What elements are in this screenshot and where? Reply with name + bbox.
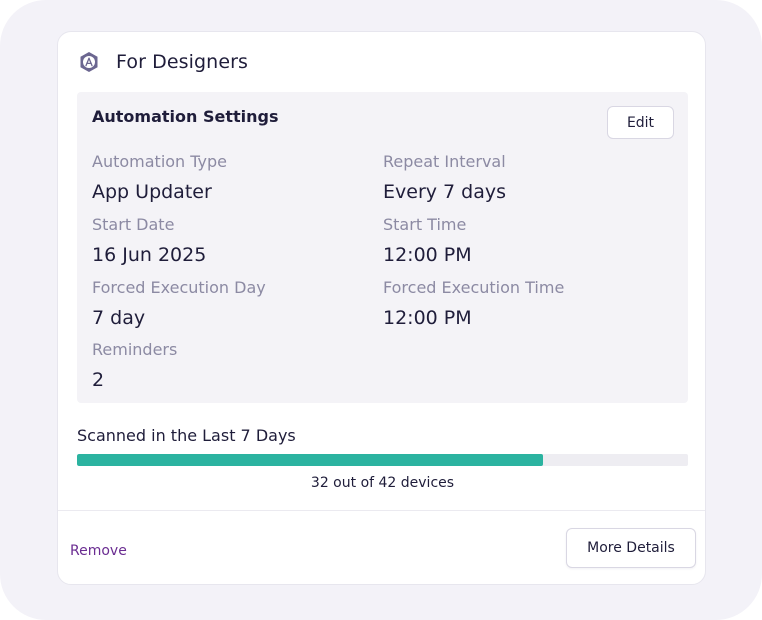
scan-progress-bar bbox=[77, 454, 688, 466]
field-label: Forced Execution Day bbox=[92, 278, 266, 297]
field-label: Forced Execution Time bbox=[383, 278, 565, 297]
field-label: Reminders bbox=[92, 340, 178, 359]
edit-button[interactable]: Edit bbox=[607, 106, 674, 139]
field-start-date: Start Date 16 Jun 2025 bbox=[92, 215, 372, 267]
field-repeat-interval: Repeat Interval Every 7 days bbox=[383, 152, 663, 204]
field-value: App Updater bbox=[92, 181, 212, 203]
field-label: Repeat Interval bbox=[383, 152, 506, 171]
card-header: For Designers bbox=[78, 49, 248, 75]
field-label: Automation Type bbox=[92, 152, 228, 171]
field-value: 12:00 PM bbox=[383, 307, 472, 329]
field-reminders: Reminders 2 bbox=[92, 340, 372, 392]
automation-settings-panel: Automation Settings Edit Automation Type… bbox=[77, 92, 688, 403]
field-value: 2 bbox=[92, 369, 105, 391]
field-forced-execution-time: Forced Execution Time 12:00 PM bbox=[383, 278, 663, 330]
scan-progress-caption: 32 out of 42 devices bbox=[310, 475, 455, 491]
scan-progress-fill bbox=[77, 454, 543, 466]
scan-title: Scanned in the Last 7 Days bbox=[77, 426, 296, 445]
field-label: Start Time bbox=[383, 215, 467, 234]
more-details-button[interactable]: More Details bbox=[566, 528, 696, 568]
remove-link[interactable]: Remove bbox=[70, 543, 127, 559]
field-label: Start Date bbox=[92, 215, 175, 234]
field-value: 12:00 PM bbox=[383, 244, 472, 266]
card-title: For Designers bbox=[116, 51, 249, 73]
field-value: 7 day bbox=[92, 307, 146, 329]
designer-badge-icon bbox=[78, 51, 100, 73]
field-forced-execution-day: Forced Execution Day 7 day bbox=[92, 278, 372, 330]
field-automation-type: Automation Type App Updater bbox=[92, 152, 372, 204]
settings-title: Automation Settings bbox=[92, 107, 279, 126]
field-start-time: Start Time 12:00 PM bbox=[383, 215, 663, 267]
footer-divider bbox=[58, 510, 705, 511]
field-value: Every 7 days bbox=[383, 181, 507, 203]
automation-card: For Designers Automation Settings Edit A… bbox=[57, 31, 706, 585]
field-value: 16 Jun 2025 bbox=[92, 244, 207, 266]
